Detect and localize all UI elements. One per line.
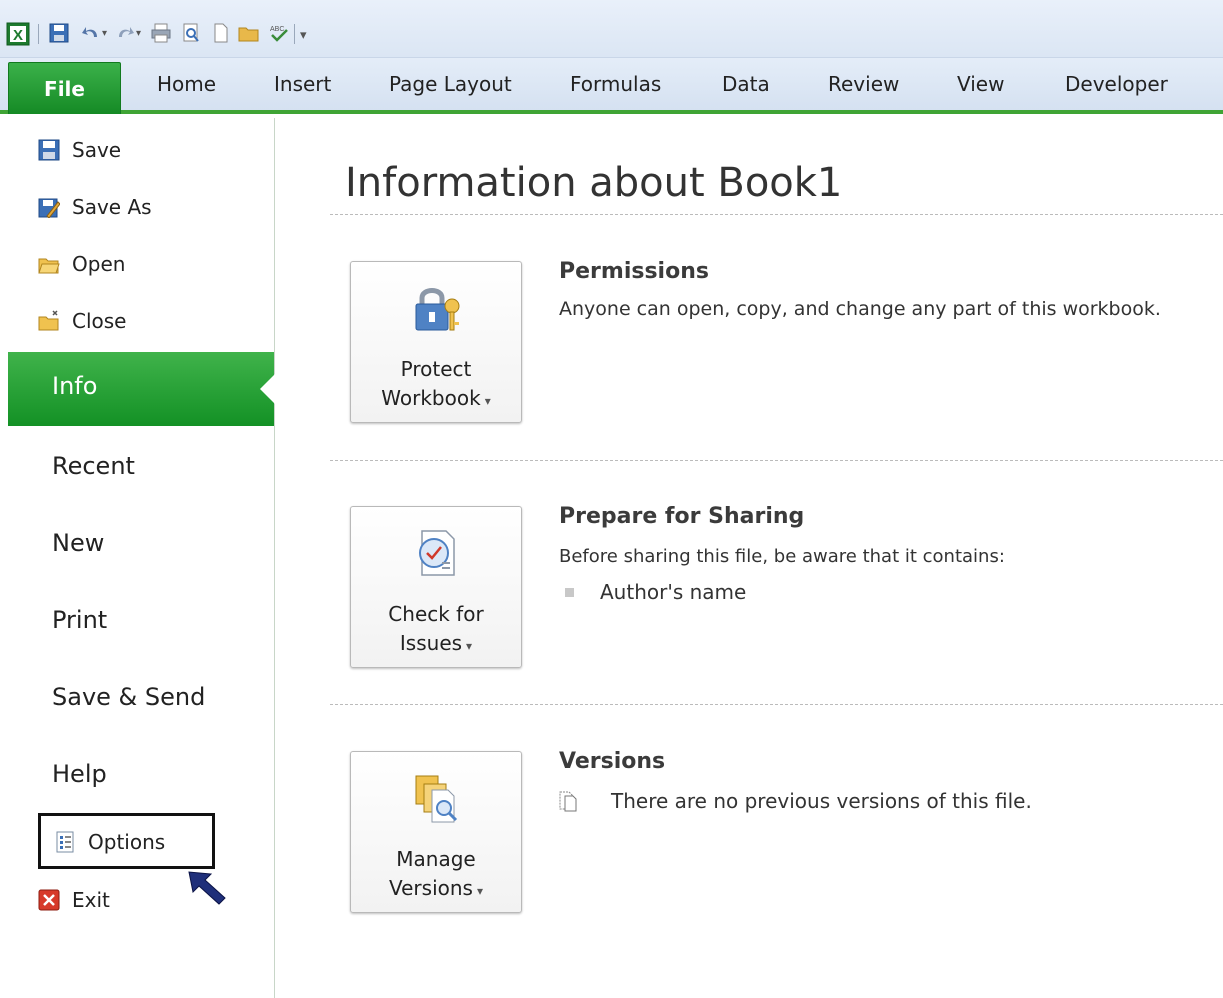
close-command[interactable]: Close (38, 309, 126, 333)
tab-file[interactable]: File (8, 62, 121, 114)
tab-view[interactable]: View (957, 72, 1004, 96)
open-command[interactable]: Open (38, 252, 125, 276)
check-for-issues-button[interactable]: Check for Issues ▾ (350, 506, 522, 668)
versions-description: There are no previous versions of this f… (611, 789, 1032, 813)
tab-info[interactable]: Info (8, 352, 275, 426)
mouse-pointer-arrow (183, 868, 233, 910)
versions-heading: Versions (559, 749, 666, 774)
exit-icon (38, 889, 60, 911)
ribbon-tab-bar: File Home Insert Page Layout Formulas Da… (0, 58, 1223, 114)
undo-dropdown-icon[interactable]: ▾ (102, 28, 107, 39)
protect-workbook-label-2: Workbook ▾ (381, 386, 491, 410)
save-as-command[interactable]: Save As (38, 195, 152, 219)
permissions-heading: Permissions (559, 259, 709, 284)
lock-key-icon (408, 280, 464, 336)
version-document-icon (557, 790, 579, 812)
open-label: Open (72, 252, 126, 276)
save-label: Save (72, 138, 122, 162)
svg-text:X: X (13, 27, 23, 44)
undo-icon[interactable] (80, 22, 102, 44)
tab-page-layout[interactable]: Page Layout (389, 72, 512, 96)
sharing-item-label: Author's name (600, 580, 747, 604)
svg-text:ABC: ABC (270, 26, 284, 33)
quick-access-toolbar: X ▾ ▾ ABC ▾ (0, 0, 1223, 58)
manage-versions-button[interactable]: Manage Versions ▾ (350, 751, 522, 913)
save-command[interactable]: Save (38, 138, 121, 162)
customize-toolbar-icon[interactable]: ▾ (300, 28, 307, 43)
tab-developer[interactable]: Developer (1065, 72, 1168, 96)
tab-print[interactable]: Print (52, 606, 107, 634)
permissions-description: Anyone can open, copy, and change any pa… (559, 298, 1161, 320)
page-title: Information about Book1 (345, 160, 843, 206)
dropdown-arrow-icon: ▾ (484, 394, 491, 408)
toolbar-separator (294, 24, 295, 44)
redo-dropdown-icon[interactable]: ▾ (136, 28, 141, 39)
save-as-icon (38, 196, 60, 218)
dropdown-arrow-icon: ▾ (466, 639, 473, 653)
dropdown-arrow-icon: ▾ (476, 884, 483, 898)
tab-formulas[interactable]: Formulas (570, 72, 661, 96)
redo-icon[interactable] (114, 22, 136, 44)
tab-home[interactable]: Home (157, 72, 216, 96)
protect-workbook-button[interactable]: Protect Workbook ▾ (350, 261, 522, 423)
versions-icon (408, 770, 464, 826)
exit-label: Exit (72, 888, 110, 912)
section-divider (330, 460, 1223, 461)
versions-info-row: There are no previous versions of this f… (557, 789, 1032, 813)
save-as-label: Save As (72, 195, 152, 219)
close-folder-icon (38, 310, 60, 332)
section-divider (330, 214, 1223, 215)
selected-tab-notch (260, 374, 275, 404)
close-label: Close (72, 309, 127, 333)
tab-recent[interactable]: Recent (52, 452, 135, 480)
print-icon[interactable] (150, 22, 172, 44)
print-preview-icon[interactable] (180, 22, 202, 44)
tab-data[interactable]: Data (722, 72, 770, 96)
excel-app-icon[interactable]: X (6, 22, 30, 46)
manage-versions-label-2: Versions ▾ (389, 876, 483, 900)
info-label: Info (52, 372, 98, 400)
backstage-navigation: Save Save As Open Close Info Recent New … (0, 118, 275, 998)
sharing-item: Author's name (565, 580, 746, 604)
check-for-issues-label-1: Check for (388, 602, 484, 626)
bullet-square-icon (565, 587, 574, 597)
tab-insert[interactable]: Insert (274, 72, 331, 96)
section-divider (330, 704, 1223, 705)
spelling-check-icon[interactable]: ABC (268, 22, 290, 44)
check-for-issues-label-2: Issues ▾ (399, 631, 473, 655)
options-highlight-box (38, 813, 215, 869)
prepare-for-sharing-heading: Prepare for Sharing (559, 504, 805, 529)
open-folder-icon[interactable] (238, 22, 260, 44)
tab-review[interactable]: Review (828, 72, 899, 96)
save-icon (38, 139, 60, 161)
open-folder-icon (38, 253, 60, 275)
protect-workbook-label-1: Protect (400, 357, 472, 381)
tab-save-and-send[interactable]: Save & Send (52, 683, 205, 711)
toolbar-separator (38, 24, 39, 44)
exit-command[interactable]: Exit (38, 888, 110, 912)
save-icon[interactable] (48, 22, 70, 44)
new-document-icon[interactable] (210, 22, 232, 44)
tab-help[interactable]: Help (52, 760, 107, 788)
checklist-icon (408, 525, 464, 581)
tab-new[interactable]: New (52, 529, 104, 557)
prepare-for-sharing-description: Before sharing this file, be aware that … (559, 546, 1005, 567)
manage-versions-label-1: Manage (396, 847, 476, 871)
